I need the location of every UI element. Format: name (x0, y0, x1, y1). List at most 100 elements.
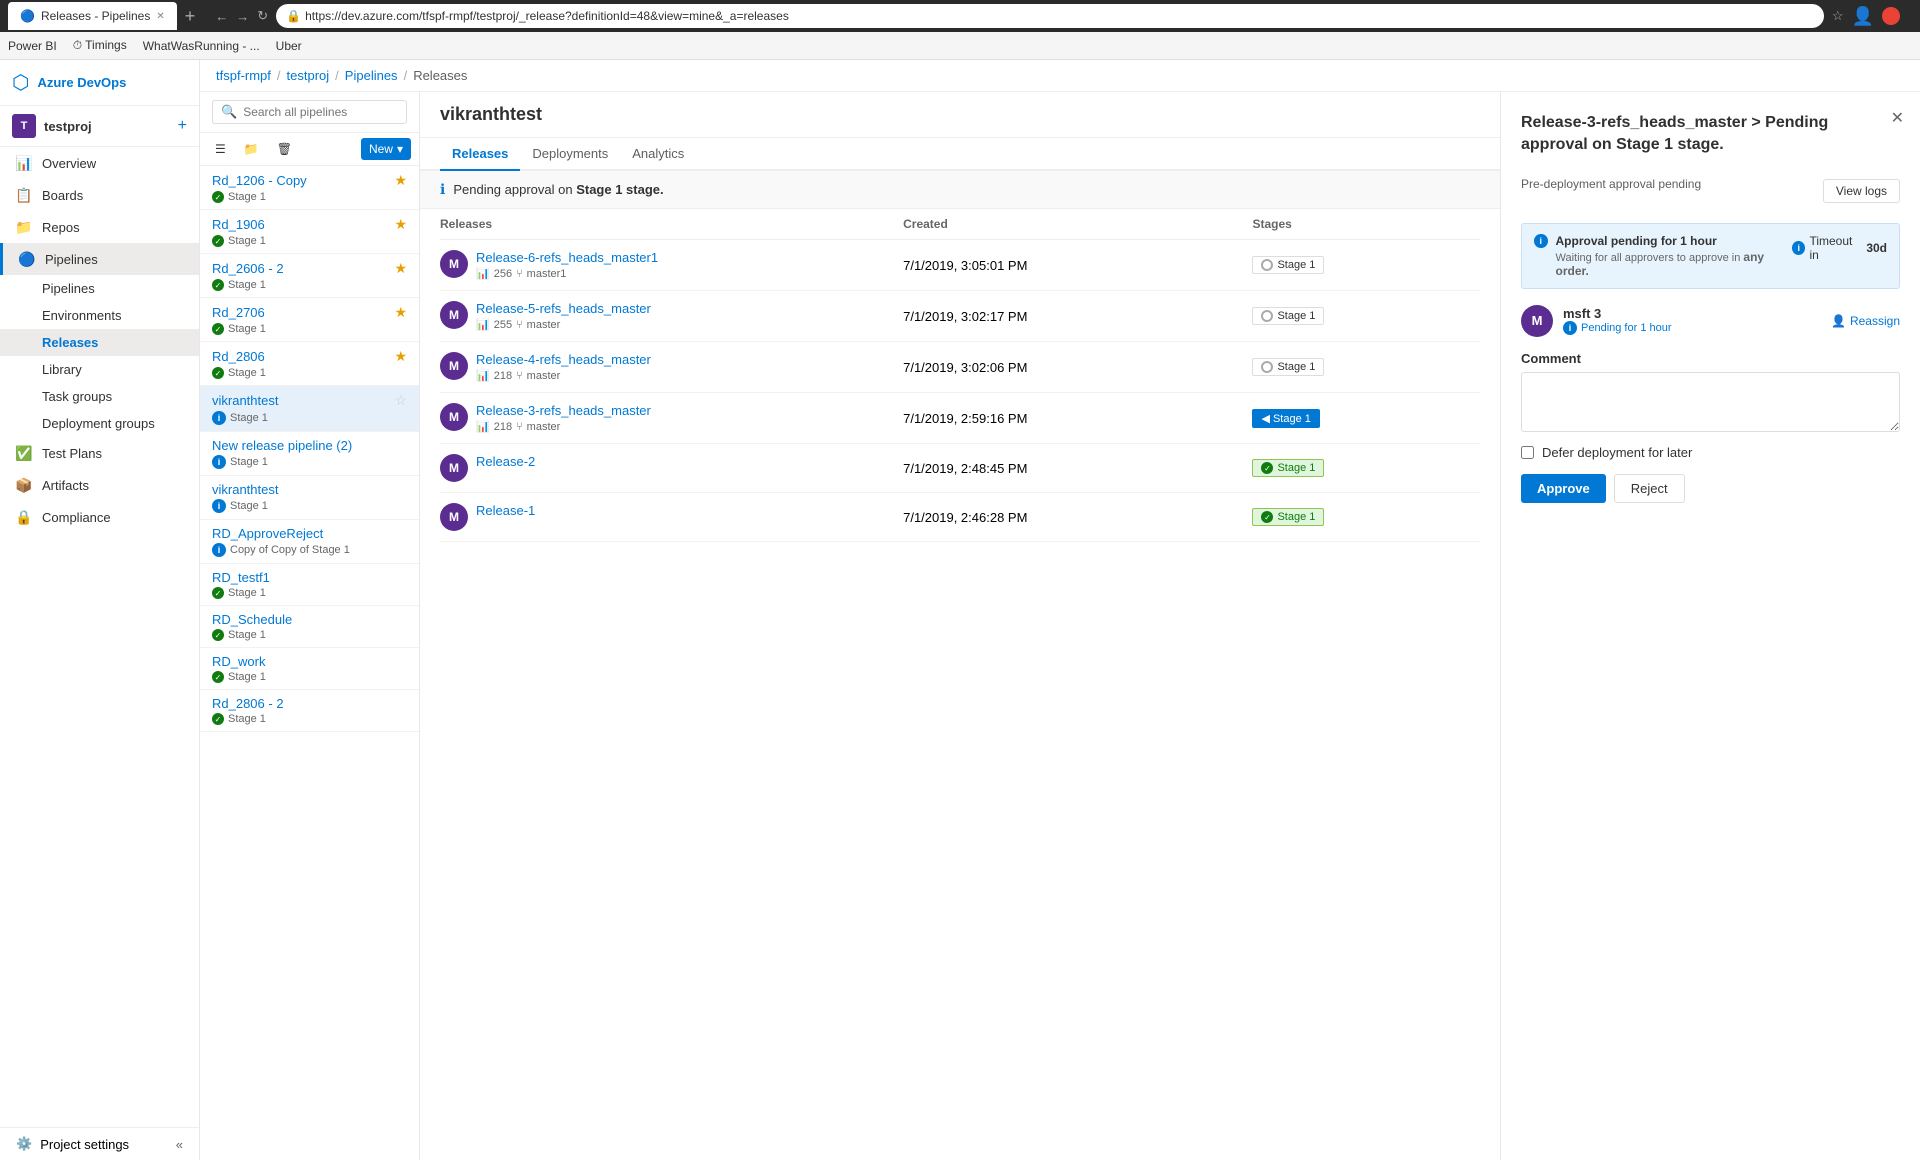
table-row: M Release-4-refs_heads_master 📊 218 ⑂ ma… (440, 342, 1480, 393)
url-text: https://dev.azure.com/tfspf-rmpf/testpro… (305, 9, 789, 23)
profile-icon[interactable] (1882, 7, 1900, 25)
new-pipeline-btn[interactable]: New ▾ (361, 138, 411, 160)
timeout-text: i Timeout in 30d (1792, 234, 1887, 262)
stage-status-icon: ✓ (212, 235, 224, 247)
release-link[interactable]: Release-4-refs_heads_master (476, 352, 651, 367)
stage-badge[interactable]: Stage 1 (1252, 358, 1324, 376)
tab-title: Releases - Pipelines (41, 9, 150, 23)
defer-checkbox-input[interactable] (1521, 446, 1534, 459)
approver-avatar: M (1521, 305, 1553, 337)
comment-textarea[interactable] (1521, 372, 1900, 432)
stage-status-icon: ✓ (212, 191, 224, 203)
pipeline-item-stage: i Stage 1 (212, 499, 407, 513)
sidebar-item-compliance[interactable]: 🔒 Compliance (0, 501, 199, 533)
pipeline-item[interactable]: Rd_2806 - 2 ✓ Stage 1 (200, 690, 419, 732)
releases-table: Releases Created Stages M Release-6-refs… (420, 209, 1500, 542)
new-tab-btn[interactable]: + (177, 6, 204, 27)
search-box[interactable]: 🔍 (212, 100, 407, 124)
pipeline-item[interactable]: Rd_2606 - 2 ★ ✓ Stage 1 (200, 254, 419, 298)
address-bar[interactable]: 🔒 https://dev.azure.com/tfspf-rmpf/testp… (276, 4, 1824, 28)
stage-badge[interactable]: Stage 1 (1252, 307, 1324, 325)
view-logs-btn[interactable]: View logs (1823, 179, 1900, 203)
tab-releases[interactable]: Releases (440, 138, 520, 171)
stage-badge-success[interactable]: ✓ Stage 1 (1252, 459, 1324, 477)
sidebar-item-repos-label: Repos (42, 220, 80, 235)
release-avatar: M (440, 454, 468, 482)
reject-btn[interactable]: Reject (1614, 474, 1685, 503)
pipeline-item[interactable]: vikranthtest i Stage 1 (200, 476, 419, 520)
pipeline-item[interactable]: RD_testf1 ✓ Stage 1 (200, 564, 419, 606)
pipeline-item[interactable]: Rd_1206 - Copy ★ ✓ Stage 1 (200, 166, 419, 210)
sidebar-item-boards[interactable]: 📋 Boards (0, 179, 199, 211)
release-name-cell: M Release-1 (440, 503, 895, 531)
pipeline-item[interactable]: New release pipeline (2) i Stage 1 (200, 432, 419, 476)
approve-btn[interactable]: Approve (1521, 474, 1606, 503)
collapse-sidebar-btn[interactable]: « (176, 1137, 183, 1152)
stage-info-icon: i (212, 499, 226, 513)
close-panel-btn[interactable]: ✕ (1891, 108, 1904, 128)
release-link[interactable]: Release-2 (476, 454, 535, 469)
pipeline-item[interactable]: RD_Schedule ✓ Stage 1 (200, 606, 419, 648)
stage-badge[interactable]: Stage 1 (1252, 256, 1324, 274)
list-view-btn[interactable]: ☰ (208, 137, 233, 161)
tab-close-btn[interactable]: ✕ (156, 11, 164, 22)
pipeline-item[interactable]: RD_work ✓ Stage 1 (200, 648, 419, 690)
pipeline-item-stage: i Stage 1 (212, 411, 407, 425)
sidebar-sub-releases[interactable]: Releases (0, 329, 199, 356)
breadcrumb-section[interactable]: Pipelines (345, 68, 398, 83)
sidebar-sub-deployment-groups[interactable]: Deployment groups (0, 410, 199, 437)
nav-back-btn[interactable]: ← (215, 9, 228, 24)
nav-forward-btn[interactable]: → (236, 9, 249, 24)
release-created: 7/1/2019, 3:02:06 PM (903, 360, 1244, 375)
stage-circle-icon (1261, 361, 1273, 373)
breadcrumb-org[interactable]: tfspf-rmpf (216, 68, 271, 83)
breadcrumb-project[interactable]: testproj (287, 68, 330, 83)
add-project-btn[interactable]: + (178, 117, 187, 135)
sidebar-sub-library[interactable]: Library (0, 356, 199, 383)
nav-refresh-btn[interactable]: ↻ (257, 8, 268, 24)
bookmark-uber[interactable]: Uber (276, 39, 302, 53)
sidebar-item-repos[interactable]: 📁 Repos (0, 211, 199, 243)
pipeline-item[interactable]: Rd_2806 ★ ✓ Stage 1 (200, 342, 419, 386)
browser-tab-bar: 🔵 Releases - Pipelines ✕ + ← → ↻ 🔒 https… (0, 0, 1920, 32)
pipeline-item-active[interactable]: vikranthtest ☆ i Stage 1 (200, 386, 419, 432)
table-row: M Release-1 7/1/2019, 2:46:28 PM ✓ Stage… (440, 493, 1480, 542)
sidebar-item-test-plans[interactable]: ✅ Test Plans (0, 437, 199, 469)
release-link[interactable]: Release-5-refs_heads_master (476, 301, 651, 316)
bookmark-timings[interactable]: ⏱ Timings (73, 38, 127, 53)
sidebar-item-test-plans-label: Test Plans (42, 446, 102, 461)
folder-view-btn[interactable]: 📁 (237, 137, 266, 161)
defer-checkbox[interactable]: Defer deployment for later (1521, 445, 1900, 460)
bookmark-powerbi[interactable]: Power BI (8, 39, 57, 53)
sidebar-sub-task-groups[interactable]: Task groups (0, 383, 199, 410)
sidebar-item-overview[interactable]: 📊 Overview (0, 147, 199, 179)
sidebar-item-pipelines[interactable]: 🔵 Pipelines (0, 243, 199, 275)
pipeline-item[interactable]: Rd_2706 ★ ✓ Stage 1 (200, 298, 419, 342)
release-link[interactable]: Release-1 (476, 503, 535, 518)
stage-badge-active[interactable]: ◀ Stage 1 (1252, 409, 1319, 428)
delete-btn[interactable]: 🗑 (270, 137, 299, 161)
reassign-btn[interactable]: 👤 Reassign (1831, 314, 1900, 328)
approval-info-box: i Approval pending for 1 hour Waiting fo… (1521, 223, 1900, 289)
tab-favicon: 🔵 (20, 9, 35, 23)
pipeline-item[interactable]: Rd_1906 ★ ✓ Stage 1 (200, 210, 419, 254)
active-tab[interactable]: 🔵 Releases - Pipelines ✕ (8, 2, 177, 30)
release-link[interactable]: Release-3-refs_heads_master (476, 403, 651, 418)
release-link[interactable]: Release-6-refs_heads_master1 (476, 250, 658, 265)
sidebar-item-artifacts[interactable]: 📦 Artifacts (0, 469, 199, 501)
tab-deployments[interactable]: Deployments (520, 138, 620, 171)
project-settings-link[interactable]: ⚙️ Project settings (16, 1136, 129, 1152)
stage-badge-success[interactable]: ✓ Stage 1 (1252, 508, 1324, 526)
tab-analytics[interactable]: Analytics (620, 138, 696, 171)
star-btn[interactable]: ☆ (1832, 8, 1844, 24)
pipeline-item-name: Rd_2806 ★ (212, 348, 407, 365)
pipeline-item-stage: ✓ Stage 1 (212, 235, 407, 247)
pipeline-item[interactable]: RD_ApproveReject i Copy of Copy of Stage… (200, 520, 419, 564)
timeout-label: Timeout in (1809, 234, 1862, 262)
release-avatar: M (440, 301, 468, 329)
bookmark-whatwasrunning[interactable]: WhatWasRunning - ... (143, 39, 260, 53)
sidebar-sub-pipelines[interactable]: Pipelines (0, 275, 199, 302)
build-icon: 📊 (476, 267, 490, 280)
sidebar-sub-environments[interactable]: Environments (0, 302, 199, 329)
search-input[interactable] (243, 105, 398, 119)
